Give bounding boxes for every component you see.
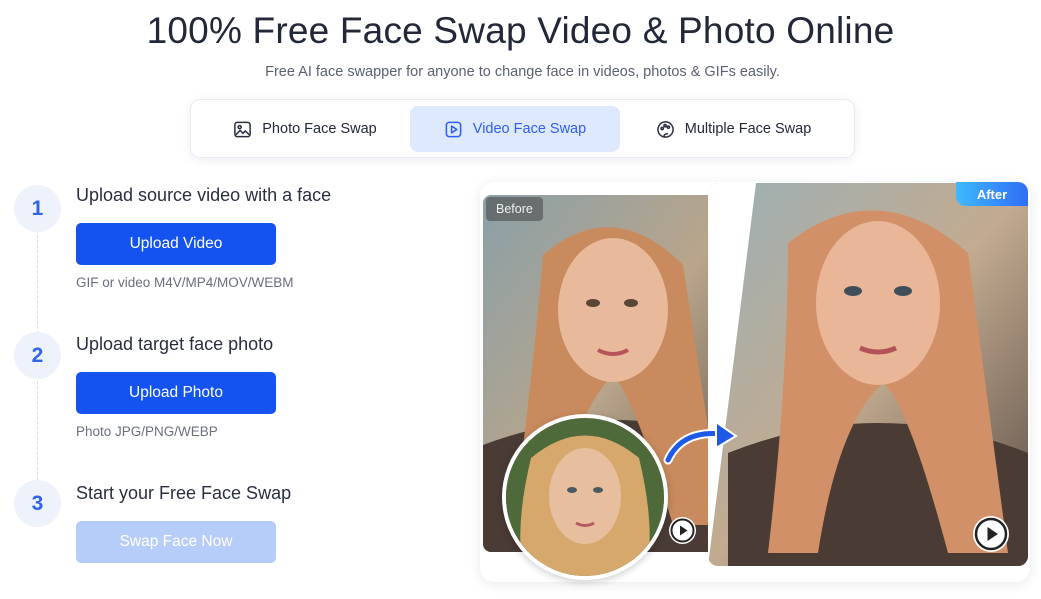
upload-photo-hint: Photo JPG/PNG/WEBP xyxy=(76,424,218,439)
swap-arrow-icon xyxy=(663,420,738,465)
tab-video-face-swap[interactable]: Video Face Swap xyxy=(410,106,620,152)
play-before-button[interactable] xyxy=(669,517,696,544)
tab-label: Multiple Face Swap xyxy=(684,121,812,137)
play-icon xyxy=(974,517,1008,551)
step-title-1: Upload source video with a face xyxy=(76,185,332,205)
before-label: Before xyxy=(486,197,543,221)
step-number-3: 3 xyxy=(14,480,61,527)
after-video-frame xyxy=(708,183,1028,566)
play-after-button[interactable] xyxy=(973,516,1009,552)
step-number-2: 2 xyxy=(14,332,61,379)
step-number-1: 1 xyxy=(14,185,61,232)
target-face-photo xyxy=(502,414,668,580)
tab-multiple-face-swap[interactable]: Multiple Face Swap xyxy=(621,106,846,152)
step-title-3: Start your Free Face Swap xyxy=(76,483,292,503)
upload-photo-button[interactable]: Upload Photo xyxy=(76,372,276,414)
page-title: 100% Free Face Swap Video & Photo Online xyxy=(146,10,895,51)
after-label: After xyxy=(956,182,1028,206)
video-play-icon xyxy=(445,121,462,137)
swap-mode-tabs: Photo Face Swap Video Face Swap Multiple… xyxy=(190,99,855,158)
swap-face-now-button[interactable]: Swap Face Now xyxy=(76,521,276,563)
step-title-2: Upload target face photo xyxy=(76,334,274,354)
page-subtitle: Free AI face swapper for anyone to chang… xyxy=(265,64,780,80)
play-icon xyxy=(670,518,695,543)
upload-video-button[interactable]: Upload Video xyxy=(76,223,276,265)
upload-video-hint: GIF or video M4V/MP4/MOV/WEBM xyxy=(76,275,294,290)
tab-label: Video Face Swap xyxy=(472,121,587,137)
palette-icon xyxy=(656,120,674,138)
tab-photo-face-swap[interactable]: Photo Face Swap xyxy=(201,106,409,152)
tab-label: Photo Face Swap xyxy=(262,121,377,137)
image-icon xyxy=(234,121,252,137)
